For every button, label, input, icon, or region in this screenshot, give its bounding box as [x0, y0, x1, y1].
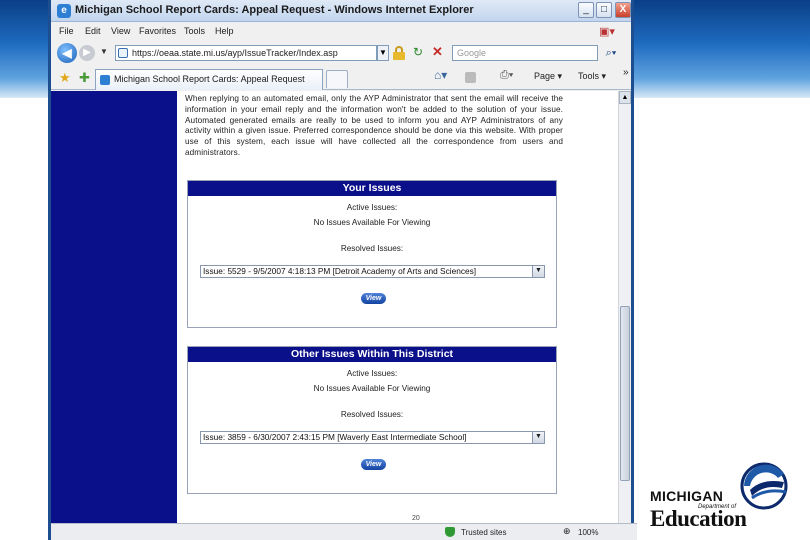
toolbar-translate-icon[interactable]: ▣▾ [599, 25, 615, 38]
district-active-issues-label: Active Issues: [346, 369, 398, 378]
scroll-up-icon[interactable]: ▲ [619, 91, 631, 104]
menu-favorites[interactable]: Favorites [139, 26, 176, 36]
address-dropdown-icon[interactable]: ▼ [377, 45, 389, 61]
mde-globe-icon [740, 462, 788, 510]
menu-file[interactable]: File [59, 26, 74, 36]
tools-menu-label: Tools [578, 71, 600, 81]
logo-education-text: Education [650, 506, 747, 531]
district-issues-panel: Other Issues Within This District Active… [187, 346, 557, 494]
status-bar: Trusted sites ⊕ 100% [51, 523, 637, 540]
page-icon [118, 48, 128, 58]
refresh-icon[interactable]: ↻ [413, 45, 423, 59]
resolved-issue-selected: Issue: 5529 - 9/5/2007 4:18:13 PM [Detro… [203, 266, 477, 276]
zoom-icon[interactable]: ⊕ [563, 526, 571, 537]
view-button[interactable]: View [361, 293, 386, 304]
menu-edit[interactable]: Edit [85, 26, 101, 36]
site-side-nav [51, 91, 177, 523]
home-icon[interactable]: ⌂▾ [434, 68, 447, 82]
district-view-button[interactable]: View [361, 459, 386, 470]
lock-icon[interactable] [393, 46, 405, 60]
resolved-issues-label: Resolved Issues: [340, 244, 404, 253]
minimize-button[interactable]: _ [578, 2, 594, 18]
security-zone[interactable]: Trusted sites [461, 528, 507, 537]
mde-logo: MICHIGAN Department of Education [648, 458, 794, 531]
page-content: When replying to an automated email, onl… [177, 91, 618, 523]
address-input[interactable]: https://oeaa.state.mi.us/ayp/IssueTracke… [115, 45, 377, 61]
ie-logo-icon: e [57, 4, 71, 18]
chevron-down-icon[interactable]: ▼ [532, 266, 544, 277]
presentation-slide: e Michigan School Report Cards: Appeal R… [0, 0, 810, 540]
trusted-sites-shield-icon [445, 527, 455, 537]
vertical-scrollbar[interactable]: ▲ [618, 91, 631, 523]
recent-pages-dropdown-icon[interactable]: ▼ [100, 47, 108, 56]
search-icon[interactable]: ⌕▾ [601, 44, 621, 62]
window-titlebar: e Michigan School Report Cards: Appeal R… [51, 0, 631, 22]
tools-menu-button[interactable]: Tools ▾ [578, 71, 606, 82]
forward-button[interactable]: ▶ [79, 45, 95, 61]
resolved-issues-select[interactable]: Issue: 5529 - 9/5/2007 4:18:13 PM [Detro… [200, 265, 545, 278]
tab-page-icon [100, 75, 110, 85]
active-issues-value: No Issues Available For Viewing [313, 218, 431, 227]
intro-paragraph: When replying to an automated email, onl… [185, 94, 563, 157]
menu-help[interactable]: Help [215, 26, 234, 36]
logo-michigan-text: MICHIGAN [650, 488, 724, 504]
zoom-level[interactable]: 100% [578, 528, 598, 537]
browser-window: e Michigan School Report Cards: Appeal R… [48, 0, 637, 540]
menu-bar: File Edit View Favorites Tools Help ▣▾ [51, 22, 631, 40]
chevron-down-icon[interactable]: ▼ [532, 432, 544, 443]
maximize-button[interactable]: □ [596, 2, 612, 18]
your-issues-heading: Your Issues [188, 181, 556, 196]
favorites-star-icon[interactable]: ★ [59, 70, 71, 86]
district-issues-heading: Other Issues Within This District [188, 347, 556, 362]
district-active-issues-value: No Issues Available For Viewing [313, 384, 431, 393]
page-menu-label: Page [534, 71, 556, 81]
window-title: Michigan School Report Cards: Appeal Req… [75, 4, 474, 16]
active-issues-label: Active Issues: [346, 203, 398, 212]
page-viewport: When replying to an automated email, onl… [51, 91, 618, 523]
tab-bar: ★ ✚ Michigan School Report Cards: Appeal… [51, 66, 631, 90]
menu-view[interactable]: View [111, 26, 130, 36]
address-bar-row: ◀ ▶ ▼ https://oeaa.state.mi.us/ayp/Issue… [51, 40, 631, 66]
tab-appeal-request[interactable]: Michigan School Report Cards: Appeal Req… [95, 69, 323, 90]
stop-icon[interactable]: ✕ [432, 44, 443, 60]
close-button[interactable]: X [615, 2, 631, 18]
scrollbar-thumb[interactable] [620, 306, 630, 481]
menu-tools[interactable]: Tools [184, 26, 205, 36]
slide-page-number: 20 [412, 515, 420, 522]
district-resolved-issues-label: Resolved Issues: [340, 410, 404, 419]
page-menu-button[interactable]: Page ▾ [534, 71, 562, 82]
district-resolved-issues-select[interactable]: Issue: 3859 - 6/30/2007 2:43:15 PM [Wave… [200, 431, 545, 444]
chevron-right-icon[interactable]: » [623, 67, 629, 78]
add-favorites-icon[interactable]: ✚ [79, 70, 90, 86]
feeds-icon[interactable] [465, 72, 476, 83]
new-tab-button[interactable] [326, 70, 348, 88]
search-input[interactable]: Google [452, 45, 598, 61]
print-icon[interactable]: ⎙▾ [500, 69, 513, 82]
your-issues-panel: Your Issues Active Issues: No Issues Ava… [187, 180, 557, 328]
back-button[interactable]: ◀ [57, 43, 77, 63]
district-resolved-issue-selected: Issue: 3859 - 6/30/2007 2:43:15 PM [Wave… [203, 432, 467, 442]
